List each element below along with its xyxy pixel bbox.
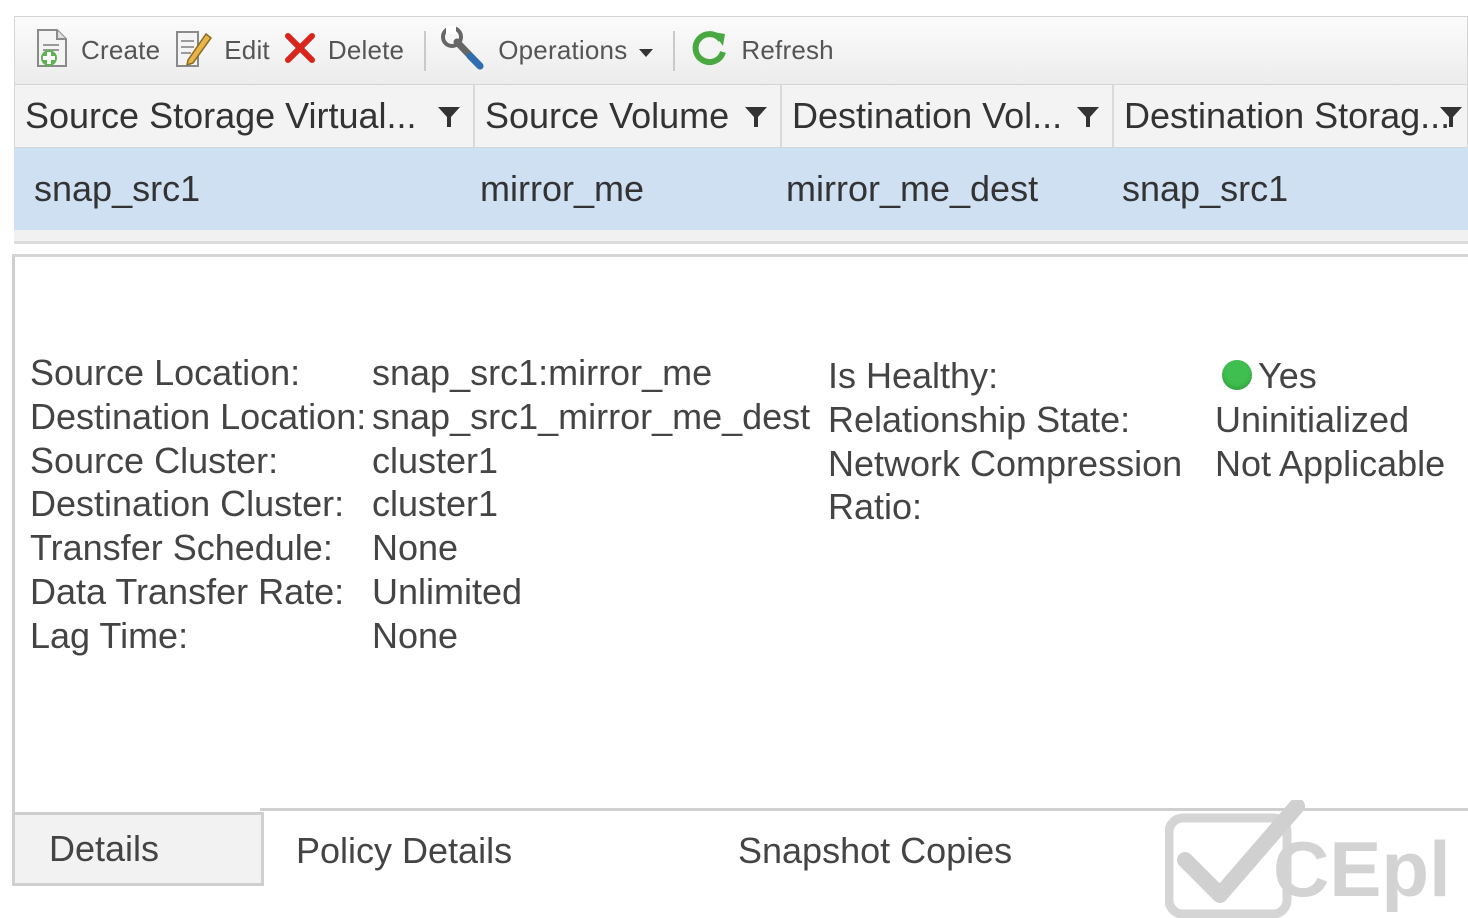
source-location-label: Source Location: <box>30 352 301 393</box>
create-button[interactable]: Create <box>31 27 170 75</box>
table-cell: mirror_me <box>480 168 645 209</box>
relationship-state-label: Relationship State: <box>828 399 1131 440</box>
tab-snapshot-copies[interactable]: Snapshot Copies <box>738 830 1012 872</box>
network-compression-label: Network Compression <box>828 443 1183 484</box>
column-header-destination-volume[interactable]: Destination Vol... <box>782 85 1114 147</box>
details-panel <box>12 254 1468 886</box>
column-header-label: Destination Vol... <box>792 95 1063 136</box>
lag-time-value: None <box>372 615 459 656</box>
refresh-label: Refresh <box>741 35 834 65</box>
operations-dropdown[interactable]: Operations <box>436 26 663 75</box>
column-header-source-volume[interactable]: Source Volume <box>475 85 782 147</box>
source-cluster-value: cluster1 <box>372 440 499 481</box>
edit-icon <box>174 28 213 73</box>
watermark-text: CEpl <box>1273 825 1451 913</box>
tab-details-label: Details <box>49 828 160 869</box>
refresh-icon <box>689 28 729 73</box>
transfer-schedule-value: None <box>372 527 459 568</box>
chevron-down-icon <box>639 48 654 57</box>
filter-icon[interactable] <box>1076 105 1100 134</box>
is-healthy-text: Yes <box>1258 355 1317 396</box>
column-header-label: Destination Storag... <box>1124 95 1451 136</box>
watermark-logo: CEpl <box>1164 798 1468 918</box>
wrench-icon <box>440 26 486 75</box>
is-healthy-value: Yes <box>1222 355 1317 397</box>
column-header-source-svm[interactable]: Source Storage Virtual... <box>15 85 475 147</box>
filter-icon[interactable] <box>1439 105 1463 134</box>
edit-label: Edit <box>224 35 270 65</box>
edit-button[interactable]: Edit <box>170 27 280 75</box>
ratio-label: Ratio: <box>828 486 923 527</box>
table-cell: mirror_me_dest <box>786 168 1039 209</box>
source-location-value: snap_src1:mirror_me <box>372 352 713 393</box>
destination-cluster-label: Destination Cluster: <box>30 483 345 524</box>
column-header-destination-svm[interactable]: Destination Storag... <box>1114 85 1467 147</box>
filter-icon[interactable] <box>437 105 461 134</box>
lag-time-label: Lag Time: <box>30 615 189 656</box>
network-compression-value: Not Applicable <box>1215 443 1446 484</box>
data-transfer-rate-label: Data Transfer Rate: <box>30 571 345 612</box>
toolbar-separator <box>673 30 676 71</box>
delete-button[interactable]: Delete <box>280 27 414 75</box>
operations-label: Operations <box>498 35 628 65</box>
data-transfer-rate-value: Unlimited <box>372 571 523 612</box>
delete-label: Delete <box>327 35 405 65</box>
refresh-button[interactable]: Refresh <box>685 27 843 75</box>
destination-location-label: Destination Location: <box>30 396 367 437</box>
tab-details[interactable]: Details <box>12 812 264 886</box>
table-cell: snap_src1 <box>1122 168 1289 209</box>
relationship-state-value: Uninitialized <box>1215 399 1410 440</box>
create-label: Create <box>81 35 161 65</box>
toolbar: Create Edit Delete Operations Refresh <box>14 16 1468 84</box>
source-cluster-label: Source Cluster: <box>30 440 279 481</box>
grid-footer <box>14 230 1468 244</box>
destination-cluster-value: cluster1 <box>372 483 499 524</box>
grid-header: Source Storage Virtual... Source Volume … <box>14 84 1468 148</box>
table-cell: snap_src1 <box>34 168 201 209</box>
is-healthy-label: Is Healthy: <box>828 355 999 396</box>
column-header-label: Source Volume <box>485 95 730 136</box>
healthy-status-icon <box>1222 360 1252 391</box>
toolbar-separator <box>424 30 427 71</box>
destination-location-value: snap_src1_mirror_me_dest <box>372 396 811 437</box>
table-row[interactable]: snap_src1 mirror_me mirror_me_dest snap_… <box>14 148 1468 230</box>
filter-icon[interactable] <box>744 105 768 134</box>
column-header-label: Source Storage Virtual... <box>25 95 417 136</box>
create-icon <box>35 28 69 73</box>
delete-icon <box>284 32 316 69</box>
tab-policy-details[interactable]: Policy Details <box>296 830 512 872</box>
transfer-schedule-label: Transfer Schedule: <box>30 527 333 568</box>
